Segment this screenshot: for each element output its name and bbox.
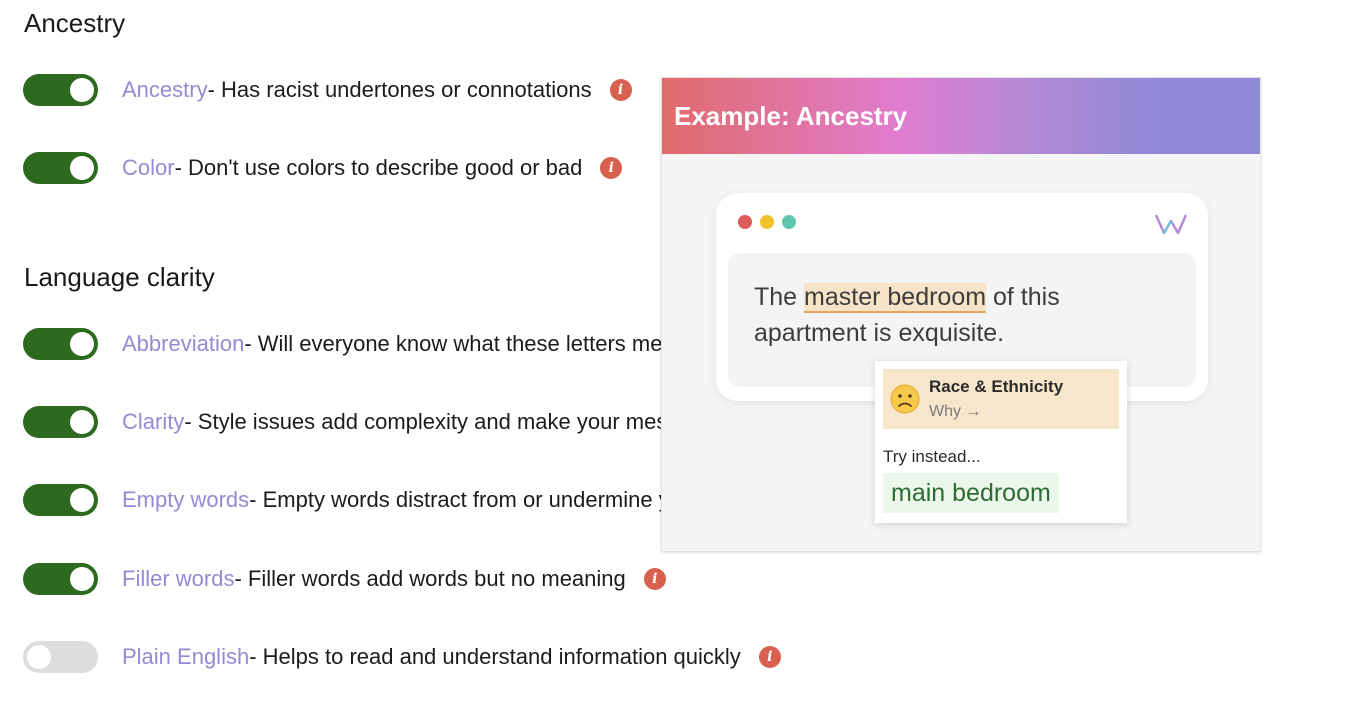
toggle-knob bbox=[70, 567, 94, 591]
toggle-knob bbox=[70, 78, 94, 102]
rule-description: - Has racist undertones or connotations bbox=[207, 77, 592, 102]
rule-name: Color bbox=[122, 155, 175, 180]
toggle-abbreviation[interactable] bbox=[23, 328, 98, 360]
toggle-knob bbox=[70, 488, 94, 512]
suggestion-card: Race & Ethnicity Why → Try instead... ma… bbox=[875, 361, 1127, 523]
rule-name: Ancestry bbox=[122, 77, 208, 102]
toggle-ancestry[interactable] bbox=[23, 74, 98, 106]
window-dot-teal bbox=[782, 215, 796, 229]
info-icon[interactable]: i bbox=[609, 79, 632, 101]
worried-face-icon bbox=[890, 384, 920, 414]
rule-description: - Filler words add words but no meaning bbox=[234, 566, 626, 591]
toggle-filler-words[interactable] bbox=[23, 563, 98, 595]
try-instead-label: Try instead... bbox=[883, 447, 981, 466]
rule-description: - Don't use colors to describe good or b… bbox=[174, 155, 583, 180]
rule-name: Empty words bbox=[122, 487, 250, 512]
sentence-before: The bbox=[754, 283, 805, 311]
rule-description: - Will everyone know what these letters … bbox=[244, 331, 700, 356]
suggestion-category-box: Race & Ethnicity Why → bbox=[883, 369, 1119, 429]
rule-row-ancestry: Ancestry - Has racist undertones or conn… bbox=[23, 74, 632, 106]
toggle-clarity[interactable] bbox=[23, 406, 98, 438]
info-icon[interactable]: i bbox=[600, 157, 623, 179]
rule-row-abbreviation: Abbreviation - Will everyone know what t… bbox=[23, 328, 740, 360]
rule-row-plain-english: Plain English - Helps to read and unders… bbox=[23, 641, 781, 673]
section-title-ancestry: Ancestry bbox=[24, 8, 126, 38]
suggestion-replacement[interactable]: main bedroom bbox=[883, 473, 1059, 513]
rule-description: - Helps to read and understand informati… bbox=[249, 644, 741, 669]
window-dot-yellow bbox=[760, 215, 774, 229]
rule-name: Filler words bbox=[122, 566, 235, 591]
info-icon[interactable]: i bbox=[643, 568, 666, 590]
suggestion-category: Race & Ethnicity bbox=[929, 377, 1064, 396]
toggle-knob bbox=[70, 410, 94, 434]
example-sentence: The master bedroom of this apartment is … bbox=[754, 279, 1174, 351]
toggle-knob bbox=[27, 645, 51, 669]
section-title-language-clarity: Language clarity bbox=[24, 262, 215, 292]
toggle-knob bbox=[70, 332, 94, 356]
rule-name: Abbreviation bbox=[122, 331, 245, 356]
rule-row-filler-words: Filler words - Filler words add words bu… bbox=[23, 563, 666, 595]
window-dot-red bbox=[738, 215, 752, 229]
toggle-color[interactable] bbox=[23, 152, 98, 184]
rule-name: Clarity bbox=[122, 409, 185, 434]
flagged-phrase[interactable]: master bedroom bbox=[804, 283, 987, 313]
example-panel: Example: Ancestry The master bedroom of … bbox=[661, 77, 1261, 552]
rule-row-color: Color - Don't use colors to describe goo… bbox=[23, 152, 623, 184]
rule-name: Plain English bbox=[122, 644, 250, 669]
writer-logo-icon bbox=[1154, 214, 1188, 235]
example-header: Example: Ancestry bbox=[662, 78, 1260, 154]
why-link[interactable]: Why → bbox=[929, 403, 981, 421]
toggle-knob bbox=[70, 156, 94, 180]
toggle-empty-words[interactable] bbox=[23, 484, 98, 516]
info-icon[interactable]: i bbox=[758, 646, 781, 668]
toggle-plain-english[interactable] bbox=[23, 641, 98, 673]
